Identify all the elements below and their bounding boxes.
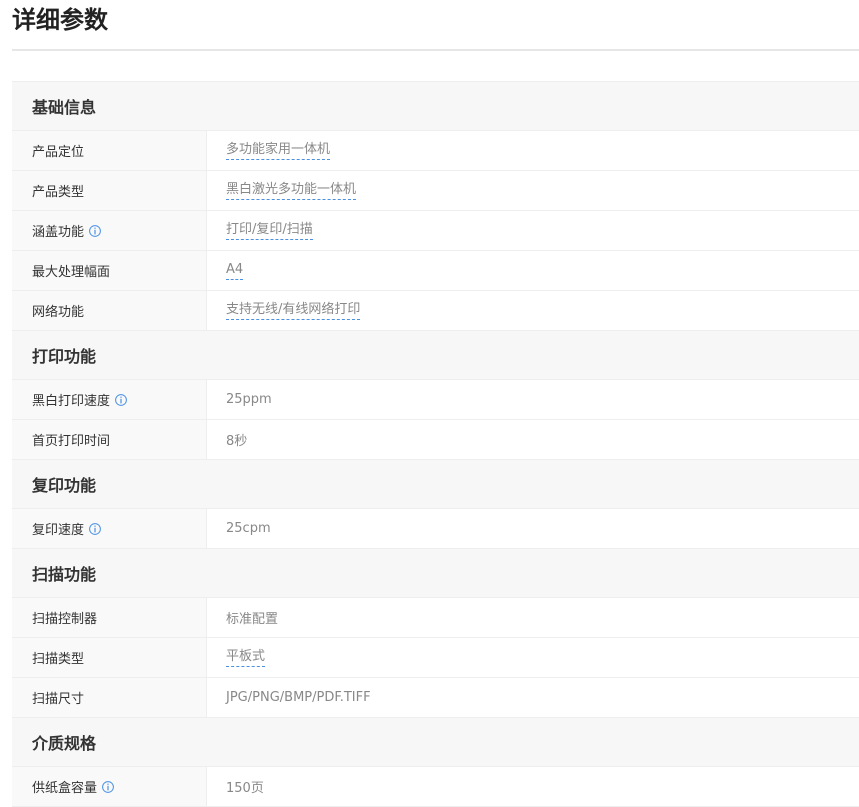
title-divider xyxy=(12,49,859,51)
spec-value-cell: 平板式 xyxy=(207,638,859,677)
spec-value-link[interactable]: 支持无线/有线网络打印 xyxy=(226,302,361,320)
spec-label-cell: 最大处理幅面 xyxy=(12,251,207,290)
spec-value-cell: JPG/PNG/BMP/PDF.TIFF xyxy=(207,678,859,717)
spec-row: 网络功能 支持无线/有线网络打印 xyxy=(12,291,859,331)
spec-value-link[interactable]: 黑白激光多功能一体机 xyxy=(226,182,357,200)
spec-value: 25ppm xyxy=(226,392,272,407)
spec-label-cell: 扫描尺寸 xyxy=(12,678,207,717)
section-header: 基础信息 xyxy=(12,82,859,131)
spec-value-cell: 25ppm xyxy=(207,380,859,419)
spec-value-cell: 打印/复印/扫描 xyxy=(207,211,859,250)
spec-value-cell: A4 xyxy=(207,251,859,290)
spec-label: 复印速度 xyxy=(32,523,85,538)
spec-label: 黑白打印速度 xyxy=(32,394,111,409)
spec-page: 详细参数 基础信息 产品定位 多功能家用一体机 产品类型 黑白激光多功能一体机 涵盖功能打… xyxy=(0,0,859,807)
spec-label: 涵盖功能 xyxy=(32,225,85,240)
spec-row: 最大处理幅面 A4 xyxy=(12,251,859,291)
spec-label-cell: 供纸盒容量 xyxy=(12,767,207,806)
spec-value-cell: 标准配置 xyxy=(207,598,859,637)
section-title: 基础信息 xyxy=(32,98,97,117)
section-header: 打印功能 xyxy=(12,331,859,380)
spec-label-cell: 扫描控制器 xyxy=(12,598,207,637)
spec-row: 扫描控制器 标准配置 xyxy=(12,598,859,638)
spec-row: 扫描类型 平板式 xyxy=(12,638,859,678)
spec-value-link[interactable]: 平板式 xyxy=(226,649,266,667)
info-icon[interactable] xyxy=(115,393,127,406)
spec-label: 最大处理幅面 xyxy=(32,265,111,280)
spec-value-link[interactable]: A4 xyxy=(226,262,244,280)
spec-label-cell: 产品类型 xyxy=(12,171,207,210)
spec-row: 涵盖功能 打印/复印/扫描 xyxy=(12,211,859,251)
spec-value-link[interactable]: 多功能家用一体机 xyxy=(226,142,331,160)
spec-value-cell: 黑白激光多功能一体机 xyxy=(207,171,859,210)
info-icon[interactable] xyxy=(102,780,114,793)
spec-value-cell: 25cpm xyxy=(207,509,859,548)
spec-row: 供纸盒容量 150页 xyxy=(12,767,859,807)
spec-label: 产品定位 xyxy=(32,145,85,160)
spec-label-cell: 产品定位 xyxy=(12,131,207,170)
spec-value-cell: 支持无线/有线网络打印 xyxy=(207,291,859,330)
spec-value-cell: 多功能家用一体机 xyxy=(207,131,859,170)
section-title: 复印功能 xyxy=(32,476,97,495)
spec-label-cell: 黑白打印速度 xyxy=(12,380,207,419)
spec-row: 扫描尺寸 JPG/PNG/BMP/PDF.TIFF xyxy=(12,678,859,718)
spec-table: 基础信息产品定位 多功能家用一体机产品类型 黑白激光多功能一体机涵盖功能 打印/复印/… xyxy=(12,81,859,807)
spec-label: 网络功能 xyxy=(32,305,85,320)
spec-row: 产品类型 黑白激光多功能一体机 xyxy=(12,171,859,211)
section-title: 打印功能 xyxy=(32,347,97,366)
spec-label: 扫描类型 xyxy=(32,652,85,667)
spec-label: 扫描控制器 xyxy=(32,612,98,627)
spec-row: 产品定位 多功能家用一体机 xyxy=(12,131,859,171)
spec-label: 首页打印时间 xyxy=(32,434,111,449)
spec-label-cell: 涵盖功能 xyxy=(12,211,207,250)
spec-value-cell: 8秒 xyxy=(207,420,859,459)
spec-value: JPG/PNG/BMP/PDF.TIFF xyxy=(226,690,371,705)
spec-value: 150页 xyxy=(226,781,264,796)
section-header: 介质规格 xyxy=(12,718,859,767)
section-header: 扫描功能 xyxy=(12,549,859,598)
info-icon[interactable] xyxy=(89,224,101,237)
spec-value: 标准配置 xyxy=(226,612,279,627)
spec-value: 25cpm xyxy=(226,521,271,536)
spec-label: 供纸盒容量 xyxy=(32,781,98,796)
page-title: 详细参数 xyxy=(12,6,108,34)
section-header: 复印功能 xyxy=(12,460,859,509)
spec-row: 首页打印时间 8秒 xyxy=(12,420,859,460)
section-title: 扫描功能 xyxy=(32,565,97,584)
spec-label-cell: 复印速度 xyxy=(12,509,207,548)
info-icon[interactable] xyxy=(89,522,101,535)
spec-label-cell: 网络功能 xyxy=(12,291,207,330)
spec-label: 扫描尺寸 xyxy=(32,692,85,707)
spec-row: 复印速度 25cpm xyxy=(12,509,859,549)
spec-value-cell: 150页 xyxy=(207,767,859,806)
spec-label-cell: 首页打印时间 xyxy=(12,420,207,459)
spec-label: 产品类型 xyxy=(32,185,85,200)
spec-value: 8秒 xyxy=(226,434,248,449)
spec-label-cell: 扫描类型 xyxy=(12,638,207,677)
spec-row: 黑白打印速度 25ppm xyxy=(12,380,859,420)
spec-value-link[interactable]: 打印/复印/扫描 xyxy=(226,222,313,240)
section-title: 介质规格 xyxy=(32,734,97,753)
